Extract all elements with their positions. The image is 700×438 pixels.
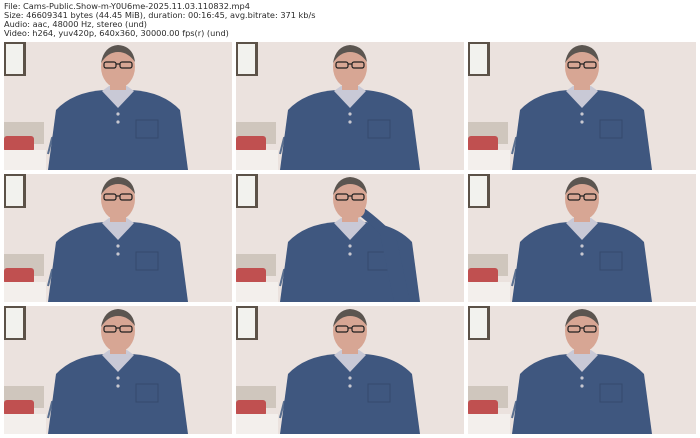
button-1	[116, 112, 120, 116]
thumbnail-frame	[468, 174, 696, 302]
video-thumbnail	[236, 42, 464, 170]
pillow	[468, 136, 498, 152]
button-1	[116, 244, 120, 248]
button-2	[580, 384, 584, 388]
thumbnail-frame	[236, 174, 464, 302]
button-2	[348, 384, 352, 388]
button-2	[580, 252, 584, 256]
button-1	[348, 244, 352, 248]
bed-cover	[468, 150, 510, 170]
pillow	[468, 268, 498, 284]
bed-cover	[4, 282, 46, 302]
button-1	[580, 376, 584, 380]
thumbnail-grid	[4, 42, 696, 434]
video-thumbnail	[468, 174, 696, 302]
button-2	[116, 252, 120, 256]
wall-picture	[6, 176, 23, 206]
video-thumbnail	[468, 42, 696, 170]
thumbnail-frame	[468, 42, 696, 170]
button-1	[580, 112, 584, 116]
wall-picture	[6, 308, 23, 338]
pillow	[236, 400, 266, 416]
pillow	[4, 400, 34, 416]
pillow	[236, 136, 266, 152]
button-2	[580, 120, 584, 124]
wall-picture	[238, 176, 255, 206]
bed-cover	[236, 282, 278, 302]
button-2	[116, 120, 120, 124]
wall-picture	[238, 308, 255, 338]
video-info-header: File: Cams-Public.Show-m-Y0U6me-2025.11.…	[4, 2, 696, 38]
button-2	[348, 120, 352, 124]
video-thumbnail	[4, 306, 232, 434]
video-thumbnail	[236, 306, 464, 434]
bed-cover	[468, 282, 510, 302]
pillow	[4, 268, 34, 284]
thumbnail-frame	[4, 174, 232, 302]
bed-cover	[4, 150, 46, 170]
bed-cover	[236, 150, 278, 170]
thumbnail-frame	[236, 306, 464, 434]
button-1	[116, 376, 120, 380]
video-thumbnail	[468, 306, 696, 434]
thumbnail-frame	[236, 42, 464, 170]
bed-cover	[236, 414, 278, 434]
wall-picture	[470, 308, 487, 338]
video-thumbnail	[236, 174, 464, 302]
button-1	[580, 244, 584, 248]
video-info-text: Video: h264, yuv420p, 640x360, 30000.00 …	[4, 28, 229, 38]
bed-cover	[4, 414, 46, 434]
thumbnail-frame	[4, 42, 232, 170]
hand	[347, 202, 365, 218]
button-2	[348, 252, 352, 256]
button-1	[348, 376, 352, 380]
wall-picture	[470, 44, 487, 74]
button-1	[348, 112, 352, 116]
pillow	[468, 400, 498, 416]
pillow	[4, 136, 34, 152]
thumbnail-frame	[4, 306, 232, 434]
wall-picture	[238, 44, 255, 74]
wall-picture	[470, 176, 487, 206]
thumbnail-frame	[468, 306, 696, 434]
pillow	[236, 268, 266, 284]
bed-cover	[468, 414, 510, 434]
button-2	[116, 384, 120, 388]
video-thumbnail	[4, 174, 232, 302]
wall-picture	[6, 44, 23, 74]
video-thumbnail	[4, 42, 232, 170]
